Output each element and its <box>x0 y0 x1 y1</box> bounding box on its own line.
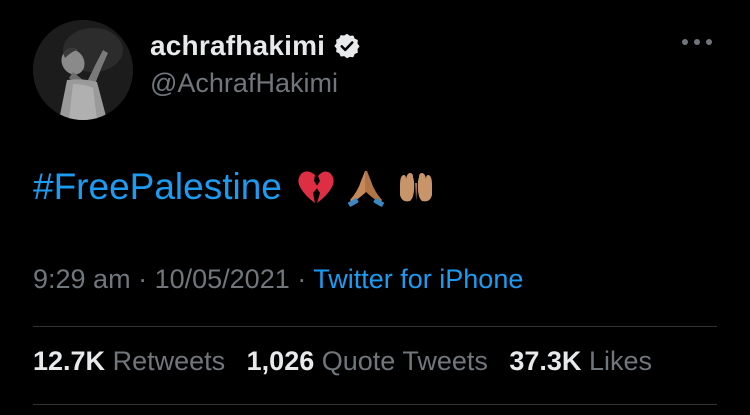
likes-count: 37.3K <box>509 346 582 376</box>
likes-stat[interactable]: 37.3K Likes <box>509 346 652 376</box>
hashtag-link[interactable]: #FreePalestine <box>33 166 282 208</box>
tweet-source-link[interactable]: Twitter for iPhone <box>313 264 523 294</box>
divider <box>33 404 717 405</box>
avatar[interactable] <box>33 20 133 120</box>
tweet-stats: 12.7K Retweets 1,026 Quote Tweets 37.3K … <box>33 346 666 377</box>
user-handle[interactable]: @AchrafHakimi <box>150 68 338 99</box>
tweet-meta: 9:29 am · 10/05/2021 · Twitter for iPhon… <box>33 264 523 295</box>
tweet-time[interactable]: 9:29 am <box>33 264 131 294</box>
retweets-label: Retweets <box>112 346 226 376</box>
quote-tweets-stat[interactable]: 1,026 Quote Tweets <box>247 346 496 376</box>
quote-tweets-label: Quote Tweets <box>321 346 488 376</box>
display-name-row[interactable]: achrafhakimi <box>150 28 361 64</box>
tweet-detail: achrafhakimi @AchrafHakimi #FreePalestin… <box>0 0 750 415</box>
likes-label: Likes <box>588 346 652 376</box>
meta-separator: · <box>138 264 148 294</box>
retweets-stat[interactable]: 12.7K Retweets <box>33 346 233 376</box>
profile-photo-icon <box>33 20 133 120</box>
more-options-icon[interactable] <box>680 32 714 52</box>
retweets-count: 12.7K <box>33 346 106 376</box>
verified-badge-icon <box>333 32 361 60</box>
divider <box>33 326 717 327</box>
broken-heart-emoji-icon <box>298 171 334 203</box>
palms-up-together-emoji-icon <box>399 173 432 202</box>
display-name[interactable]: achrafhakimi <box>150 30 325 62</box>
tweet-text: #FreePalestine <box>33 162 446 212</box>
folded-hands-emoji-icon <box>347 170 384 207</box>
emoji-group <box>296 167 446 207</box>
tweet-date[interactable]: 10/05/2021 <box>155 264 290 294</box>
quote-tweets-count: 1,026 <box>246 346 315 376</box>
meta-separator: · <box>297 264 307 294</box>
